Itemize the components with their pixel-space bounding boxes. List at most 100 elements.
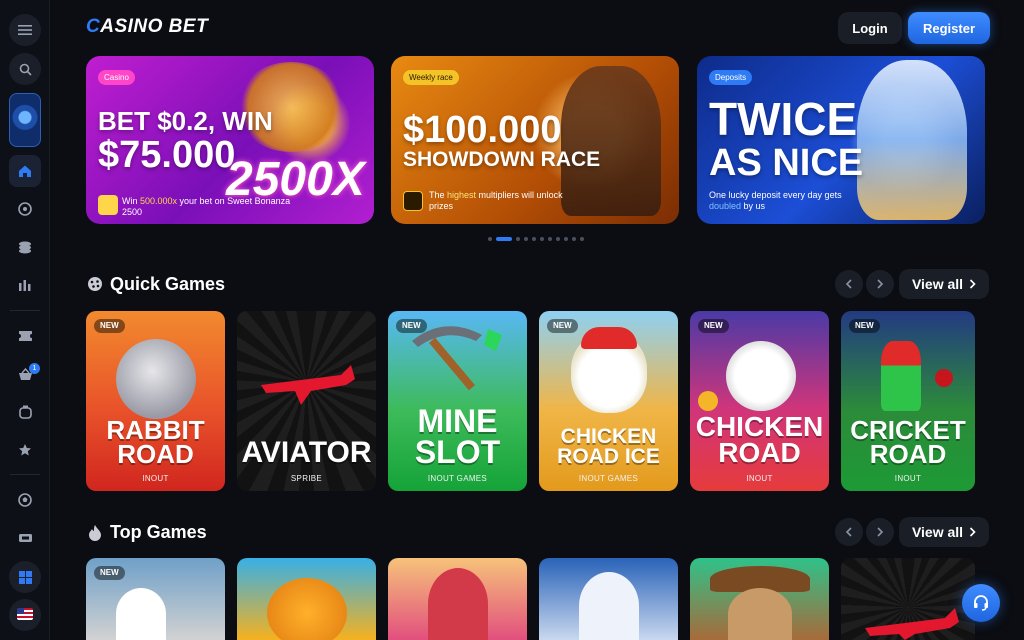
game-title: MINE SLOT xyxy=(414,403,501,470)
banner-casino[interactable]: Casino BET $0.2, WIN $75.000 2500X Win 5… xyxy=(86,56,374,224)
sidebar-promo-tile[interactable] xyxy=(9,93,41,147)
game-tile-top-3[interactable] xyxy=(388,558,527,640)
sidebar-divider xyxy=(10,474,40,475)
windows-app-button[interactable] xyxy=(9,561,41,593)
carousel-dot[interactable] xyxy=(488,237,492,241)
zeus-image xyxy=(857,60,967,220)
sports-icon xyxy=(18,202,32,216)
fire-icon xyxy=(86,523,104,541)
basket-badge: 1 xyxy=(29,363,40,374)
carousel-dot[interactable] xyxy=(516,237,520,241)
new-badge: NEW xyxy=(698,319,729,333)
casino-app: 1 CASINO BET Login Register Casino BET $… xyxy=(0,0,1024,640)
star-icon xyxy=(19,444,31,456)
carousel-dot[interactable] xyxy=(496,237,512,241)
red-plane-icon xyxy=(261,365,355,405)
banner-subtitle: The highest multipliers will unlock priz… xyxy=(429,190,579,213)
sub-highlight: 500.000x xyxy=(140,196,178,206)
banner-subtitle: Win 500.000x your bet on Sweet Bonanza 2… xyxy=(122,196,292,219)
carousel-dot[interactable] xyxy=(548,237,552,241)
quick-games-next-button[interactable] xyxy=(866,270,894,298)
banner-title-line1: BET $0.2, WIN xyxy=(98,106,273,136)
banner-tag: Weekly race xyxy=(403,70,459,85)
game-tile-top-2[interactable] xyxy=(237,558,376,640)
sub-highlight: doubled xyxy=(709,201,742,212)
banner-title-line1: $100.000 xyxy=(403,109,562,151)
cricket-player-image xyxy=(881,341,921,411)
casino-logo[interactable]: CASINO BET xyxy=(86,16,208,38)
carousel-dot[interactable] xyxy=(524,237,528,241)
banner-tag: Casino xyxy=(98,70,135,85)
game-tile-chicken-road-ice[interactable]: NEW CHICKEN ROAD ICE INOUT GAMES xyxy=(539,311,678,491)
banner-title-line2: AS NICE xyxy=(709,142,864,184)
windows-icon xyxy=(18,570,32,584)
game-tile-cricket-road[interactable]: NEW CRICKET ROAD INOUT xyxy=(841,311,975,491)
logo-letter-c: C xyxy=(86,16,101,37)
register-button[interactable]: Register xyxy=(908,12,990,44)
game-tile-aviator[interactable]: AVIATOR SPRIBE xyxy=(237,311,376,491)
cricket-ball-icon xyxy=(935,369,953,387)
new-badge: NEW xyxy=(94,319,125,333)
game-tile-top-5[interactable] xyxy=(690,558,829,640)
carousel-dot[interactable] xyxy=(556,237,560,241)
menu-button[interactable] xyxy=(9,14,41,46)
sidebar-item-tv[interactable] xyxy=(13,400,37,424)
top-games-next-button[interactable] xyxy=(866,518,894,546)
sidebar-divider xyxy=(10,310,40,311)
carousel-dot[interactable] xyxy=(540,237,544,241)
coin-icon xyxy=(698,391,718,411)
chevron-right-icon xyxy=(877,279,884,289)
headset-icon xyxy=(974,595,988,611)
carousel-dot[interactable] xyxy=(564,237,568,241)
sub-prefix: One lucky deposit every day gets xyxy=(709,190,842,200)
game-title: CRICKET ROAD xyxy=(850,414,966,470)
sidebar-item-stats[interactable] xyxy=(13,273,37,297)
game-tile-mine-slot[interactable]: NEW MINE SLOT INOUT GAMES xyxy=(388,311,527,491)
game-tile-chicken-road[interactable]: NEW CHICKEN ROAD INOUT xyxy=(690,311,829,491)
quick-games-prev-button[interactable] xyxy=(835,270,863,298)
support-chat-button[interactable] xyxy=(962,584,1000,622)
chicken-image xyxy=(726,341,796,411)
carousel-dot[interactable] xyxy=(580,237,584,241)
sidebar-item-sports[interactable] xyxy=(13,197,37,221)
ticket-icon xyxy=(18,331,32,341)
banner-title-line2: SHOWDOWN RACE xyxy=(403,148,601,171)
game-tile-top-6[interactable] xyxy=(841,558,975,640)
carousel-dot[interactable] xyxy=(572,237,576,241)
sidebar-item-favorites[interactable] xyxy=(13,438,37,462)
tv-icon xyxy=(18,405,32,419)
game-tile-top-1[interactable]: NEW xyxy=(86,558,225,640)
zeus-image xyxy=(579,572,639,640)
login-button[interactable]: Login xyxy=(838,12,902,44)
santa-hat-image xyxy=(581,327,637,349)
sidebar-item-chips[interactable] xyxy=(13,235,37,259)
game-title: CHICKEN ROAD xyxy=(695,410,824,469)
pug-image xyxy=(728,588,792,640)
us-flag-icon xyxy=(17,608,33,620)
sub-prefix: Win xyxy=(122,196,140,206)
banner-subtitle: One lucky deposit every day gets doubled… xyxy=(709,190,849,213)
sidebar-item-home[interactable] xyxy=(9,155,41,187)
carousel-dot[interactable] xyxy=(532,237,536,241)
top-games-prev-button[interactable] xyxy=(835,518,863,546)
game-provider: INOUT xyxy=(894,474,922,483)
red-plane-icon xyxy=(865,608,959,640)
top-games-view-all-button[interactable]: View all xyxy=(899,517,989,547)
rabbit-image xyxy=(116,339,196,419)
sidebar-item-coupon[interactable] xyxy=(13,526,37,550)
quick-games-icon xyxy=(86,275,104,293)
banner-weekly-race[interactable]: Weekly race $100.000 SHOWDOWN RACE The h… xyxy=(391,56,679,224)
game-tile-rabbit-road[interactable]: NEW RABBIT ROAD INOUT xyxy=(86,311,225,491)
game-tile-top-4[interactable] xyxy=(539,558,678,640)
banner-title-line2: $75.000 xyxy=(98,134,236,176)
sidebar-item-soccer[interactable] xyxy=(13,488,37,512)
sidebar-item-ticket[interactable] xyxy=(13,324,37,348)
banner-deposits[interactable]: Deposits TWICE AS NICE One lucky deposit… xyxy=(697,56,985,224)
sub-suffix: by us xyxy=(741,201,766,212)
quick-games-view-all-button[interactable]: View all xyxy=(899,269,989,299)
search-button[interactable] xyxy=(9,53,41,85)
game-provider: SPRIBE xyxy=(290,474,323,483)
casino-chips-icon xyxy=(19,241,31,254)
chevron-right-icon xyxy=(877,527,884,537)
soccer-icon xyxy=(18,493,32,507)
